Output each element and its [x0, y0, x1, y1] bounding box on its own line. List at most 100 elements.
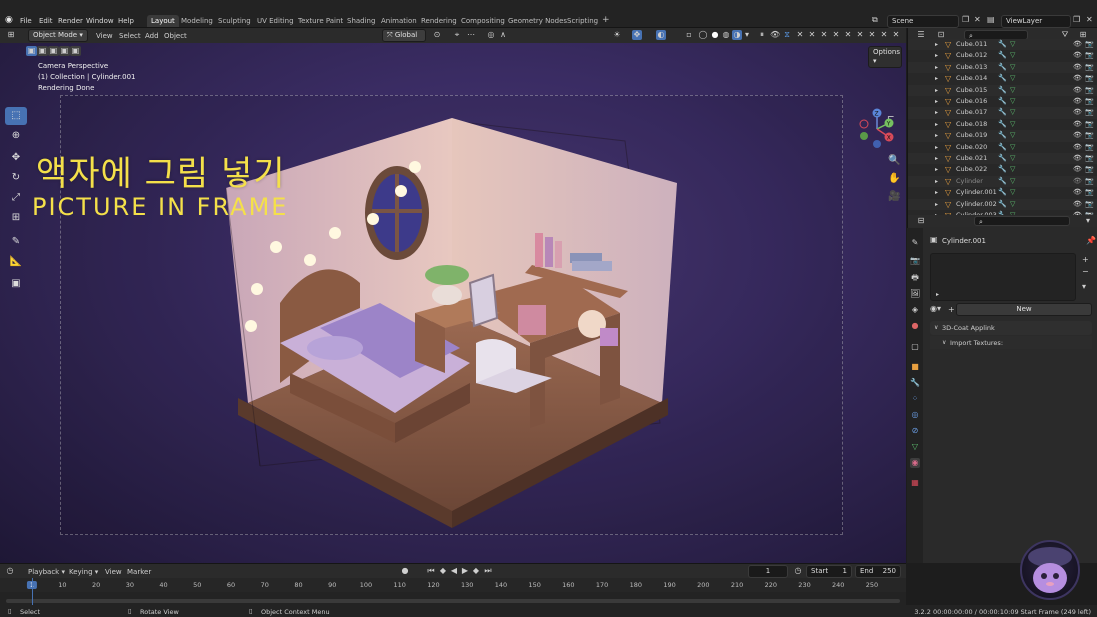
jump-keyframe-forward-icon[interactable]: ◆	[471, 566, 481, 576]
render-camera-icon[interactable]: 📷	[1085, 142, 1094, 153]
modifier-wrench-icon[interactable]: 🔧	[998, 176, 1007, 187]
mesh-data-icon[interactable]: ▽	[1010, 73, 1015, 84]
outliner-row[interactable]: ▸ ▽ Cylinder.001 🔧 ▽ 👁 📷	[908, 187, 1097, 198]
modifier-wrench-icon[interactable]: 🔧	[998, 187, 1007, 198]
menu-file[interactable]: File	[20, 17, 32, 25]
modifier-wrench-icon[interactable]: 🔧	[998, 107, 1007, 118]
falloff-icon[interactable]: ∧	[498, 30, 508, 40]
tab-texture-paint[interactable]: Texture Paint	[294, 15, 347, 27]
expand-arrow-icon[interactable]: ▸	[935, 187, 938, 198]
scene-selector[interactable]: Scene	[887, 15, 959, 28]
modifier-wrench-icon[interactable]: 🔧	[998, 199, 1007, 210]
transform-orientation-dropdown[interactable]: ⤧ Global	[382, 29, 426, 42]
outliner-item-name[interactable]: Cube.018	[956, 119, 987, 130]
applink-panel[interactable]: ∨ 3D-Coat Applink	[930, 321, 1092, 335]
properties-options-icon[interactable]: ▾	[1083, 216, 1093, 226]
visibility-eye-icon[interactable]: 👁	[1073, 73, 1082, 84]
mesh-data-icon[interactable]: ▽	[1010, 85, 1015, 96]
mesh-data-icon[interactable]: ▽	[1010, 119, 1015, 130]
rotate-tool-icon[interactable]: ↻	[5, 169, 27, 187]
browse-material-icon[interactable]: ◉▾	[930, 304, 941, 313]
play-reverse-icon[interactable]: ◀	[449, 566, 459, 576]
outliner-row[interactable]: ▸ ▽ Cube.015 🔧 ▽ 👁 📷	[908, 84, 1097, 96]
render-camera-icon[interactable]: 📷	[1085, 153, 1094, 164]
modifier-wrench-icon[interactable]: 🔧	[998, 73, 1007, 84]
tab-uv-editing[interactable]: UV Editing	[253, 15, 298, 27]
rendered-shading-icon[interactable]: ◑	[732, 30, 742, 40]
render-camera-icon[interactable]: 📷	[1085, 187, 1094, 198]
object-tab-icon[interactable]: ■	[910, 362, 920, 372]
jump-keyframe-back-icon[interactable]: ◆	[438, 566, 448, 576]
render-camera-icon[interactable]: 📷	[1085, 176, 1094, 187]
modifier-wrench-icon[interactable]: 🔧	[998, 130, 1007, 141]
tab-modeling[interactable]: Modeling	[177, 15, 217, 27]
close-scene-icon[interactable]: ✕	[974, 15, 981, 24]
tab-layout[interactable]: Layout	[147, 15, 179, 27]
modifier-wrench-icon[interactable]: 🔧	[998, 164, 1007, 175]
hide-viewport-icon[interactable]: 👁	[770, 30, 780, 40]
gizmo-lock-icon[interactable]: ⌐	[887, 113, 895, 123]
timeline-menu-playback[interactable]: Playback ▾	[28, 568, 65, 576]
restrict-x-icon-2[interactable]: ✕	[807, 30, 817, 40]
solid-shading-icon[interactable]: ●	[710, 30, 720, 40]
render-camera-icon[interactable]: 📷	[1085, 62, 1094, 73]
mesh-data-icon[interactable]: ▽	[1010, 176, 1015, 187]
material-slot-list[interactable]	[930, 253, 1076, 301]
timeline-menu-marker[interactable]: Marker	[127, 568, 151, 576]
tab-rendering[interactable]: Rendering	[417, 15, 461, 27]
auto-keying-icon[interactable]: ●	[400, 566, 410, 576]
outliner-item-name[interactable]: Cube.015	[956, 85, 987, 96]
object-mode-dropdown[interactable]: Object Mode ▾	[28, 29, 88, 42]
properties-editor-icon[interactable]: ⊟	[916, 216, 926, 226]
properties-search-input[interactable]: ⌕	[974, 216, 1070, 226]
scale-tool-icon[interactable]: ⤢	[5, 189, 27, 207]
snap-target-icon[interactable]: ⋯	[466, 30, 476, 40]
world-tab-icon[interactable]: ●	[910, 321, 920, 331]
visibility-eye-icon[interactable]: 👁	[1073, 107, 1082, 118]
frame-ruler[interactable]: 1102030405060708090100110120130140150160…	[0, 578, 906, 592]
editor-type-icon[interactable]: ⊞	[6, 30, 16, 40]
render-camera-icon[interactable]: 📷	[1085, 96, 1094, 107]
render-camera-icon[interactable]: 📷	[1085, 130, 1094, 141]
tool-tab-icon[interactable]: ✎	[910, 238, 920, 248]
jump-end-icon[interactable]: ⏭	[483, 566, 493, 576]
modifier-wrench-icon[interactable]: 🔧	[998, 142, 1007, 153]
expand-arrow-icon[interactable]: ▸	[935, 164, 938, 175]
modifier-wrench-icon[interactable]: 🔧	[998, 50, 1007, 61]
mesh-data-icon[interactable]: ▽	[1010, 164, 1015, 175]
proportional-edit-icon[interactable]: ◎	[486, 30, 496, 40]
modifier-wrench-icon[interactable]: 🔧	[998, 39, 1007, 50]
camera-view-icon[interactable]: 🎥	[888, 191, 900, 202]
render-camera-icon[interactable]: 📷	[1085, 39, 1094, 50]
mesh-data-icon[interactable]: ▽	[1010, 142, 1015, 153]
outliner-row[interactable]: ▸ ▽ Cube.018 🔧 ▽ 👁 📷	[908, 119, 1097, 130]
restrict-x-icon-9[interactable]: ✕	[891, 30, 901, 40]
expand-arrow-icon[interactable]: ▸	[935, 130, 938, 141]
remove-slot-icon[interactable]: −	[1082, 267, 1089, 276]
outliner-item-name[interactable]: Cube.021	[956, 153, 987, 164]
render-camera-icon[interactable]: 📷	[1085, 199, 1094, 210]
pin-icon[interactable]: 📌	[1086, 236, 1096, 245]
expand-arrow-icon[interactable]: ▸	[935, 62, 938, 73]
menu-help[interactable]: Help	[118, 17, 134, 25]
view-layer-selector[interactable]: ViewLayer	[1001, 15, 1071, 28]
add-slot-icon[interactable]: +	[1082, 255, 1089, 264]
render-camera-icon[interactable]: 📷	[1085, 164, 1094, 175]
shading-options-icon[interactable]: ▾	[742, 30, 752, 40]
tab-shading[interactable]: Shading	[343, 15, 379, 27]
expand-arrow-icon[interactable]: ▸	[935, 85, 938, 96]
timeline-menu-view[interactable]: View	[105, 568, 122, 576]
overlay-toggle-icon[interactable]: ◐	[656, 30, 666, 40]
restrict-x-icon-3[interactable]: ✕	[819, 30, 829, 40]
select-box-tool-icon[interactable]: ⬚	[5, 107, 27, 125]
pan-hand-icon[interactable]: ✋	[888, 173, 900, 184]
visibility-eye-icon[interactable]: 👁	[1073, 153, 1082, 164]
wireframe-shading-icon[interactable]: ◯	[698, 30, 708, 40]
viewport-menu-add[interactable]: Add	[145, 32, 159, 40]
pause-render-icon[interactable]: ⏸	[757, 30, 767, 40]
outliner-item-name[interactable]: Cube.013	[956, 62, 987, 73]
outliner-row[interactable]: ▸ ▽ Cube.011 🔧 ▽ 👁 📷	[908, 39, 1097, 51]
mesh-data-icon[interactable]: ▽	[1010, 153, 1015, 164]
transform-tool-icon[interactable]: ⊞	[5, 209, 27, 227]
copy-view-layer-icon[interactable]: ❐	[1073, 15, 1080, 24]
